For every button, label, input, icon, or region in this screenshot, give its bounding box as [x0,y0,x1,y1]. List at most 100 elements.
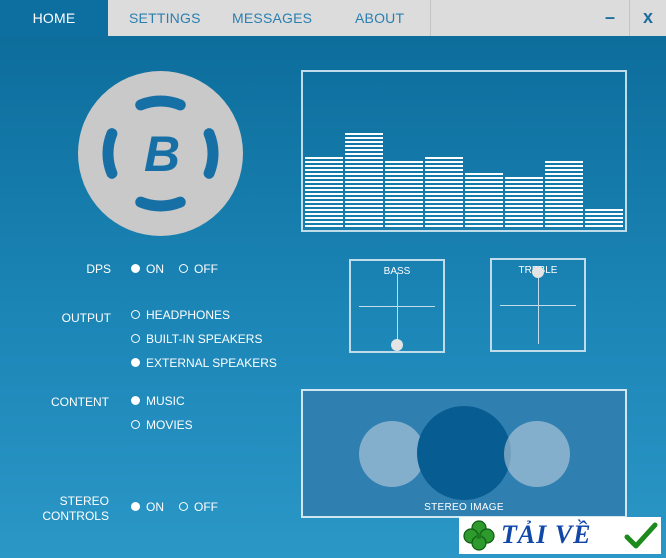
radio-dot-icon[interactable] [131,358,140,367]
bass-control[interactable]: BASS [349,259,445,353]
equalizer-bar-segment [545,169,583,171]
radio-dot-icon[interactable] [131,310,140,319]
equalizer-bar-segment [345,185,383,187]
equalizer-bar-segment [585,217,623,219]
equalizer-bar-segment [345,193,383,195]
close-button[interactable]: x [630,0,666,36]
nav-divider [430,0,431,36]
equalizer-bar-segment [345,145,383,147]
equalizer-bar-segment [345,197,383,199]
stereo-on-label: ON [146,500,164,514]
equalizer-bar-segment [345,181,383,183]
radio-dot-icon[interactable] [131,396,140,405]
output-external-speakers-option[interactable]: EXTERNAL SPEAKERS [131,356,277,370]
equalizer-bar-segment [585,213,623,215]
treble-handle[interactable] [532,266,544,278]
equalizer-bar-segment [545,193,583,195]
radio-dot-icon[interactable] [131,264,140,273]
stereo-on-option[interactable]: ON [131,500,164,514]
equalizer-bar [465,173,503,227]
equalizer-bar-segment [545,185,583,187]
stereo-image-panel[interactable]: STEREO IMAGE [301,389,627,518]
radio-dot-icon[interactable] [131,334,140,343]
equalizer-bar-segment [385,181,423,183]
stereo-left-circle[interactable] [359,421,425,487]
equalizer-bar-segment [305,221,343,223]
equalizer-bar-segment [585,225,623,227]
treble-control[interactable]: TREBLE [490,258,586,352]
equalizer-bar-segment [425,181,463,183]
equalizer-bar-segment [505,181,543,183]
equalizer-bar-segment [545,217,583,219]
dps-off-option[interactable]: OFF [179,262,218,276]
stereo-right-circle[interactable] [504,421,570,487]
output-builtin-speakers-label: BUILT-IN SPEAKERS [146,332,263,346]
equalizer-bar-segment [425,169,463,171]
tab-messages[interactable]: MESSAGES [232,0,312,36]
equalizer-bar-segment [545,201,583,203]
equalizer-bar-segment [425,165,463,167]
output-headphones-option[interactable]: HEADPHONES [131,308,230,322]
tab-home[interactable]: HOME [0,0,108,36]
stereo-controls-label-line2: CONTROLS [42,509,109,523]
equalizer-bar-segment [465,173,503,175]
top-nav-bar: HOME SETTINGS MESSAGES ABOUT – x [0,0,666,36]
equalizer-bar-segment [425,225,463,227]
stereo-controls-label-line1: STEREO [59,494,109,508]
equalizer-bar-segment [385,209,423,211]
dps-on-label: ON [146,262,164,276]
dps-off-label: OFF [194,262,218,276]
equalizer-bar-segment [545,209,583,211]
radio-dot-icon[interactable] [179,502,188,511]
equalizer-bar-segment [305,157,343,159]
equalizer-bar-segment [305,209,343,211]
radio-dot-icon[interactable] [131,420,140,429]
stereo-off-label: OFF [194,500,218,514]
equalizer-bar-segment [545,197,583,199]
radio-dot-icon[interactable] [131,502,140,511]
equalizer-bar-segment [425,213,463,215]
content-music-option[interactable]: MUSIC [131,394,185,408]
minimize-button[interactable]: – [592,0,628,36]
equalizer-bar-segment [345,217,383,219]
watermark: TẢI VỀ [459,517,661,554]
equalizer-bar [385,161,423,227]
logo-graphic: B [102,95,219,212]
output-external-speakers-label: EXTERNAL SPEAKERS [146,356,277,370]
tab-settings[interactable]: SETTINGS [129,0,201,36]
equalizer-bar [305,157,343,227]
equalizer-bar-segment [425,217,463,219]
equalizer-bar-segment [345,141,383,143]
equalizer-bar-segment [305,197,343,199]
bass-handle[interactable] [391,339,403,351]
equalizer-bar-segment [505,177,543,179]
equalizer-bar-segment [345,189,383,191]
equalizer-bar-segment [385,201,423,203]
watermark-text: TẢI VỀ [501,520,592,549]
output-builtin-speakers-option[interactable]: BUILT-IN SPEAKERS [131,332,262,346]
equalizer-bar-segment [425,189,463,191]
equalizer-bar-segment [345,157,383,159]
dps-on-option[interactable]: ON [131,262,164,276]
dps-label: DPS [86,262,111,276]
equalizer-bar-segment [385,185,423,187]
content-movies-option[interactable]: MOVIES [131,418,193,432]
treble-crosshair-v [538,272,539,344]
radio-dot-icon[interactable] [179,264,188,273]
equalizer-bars [305,133,623,227]
equalizer-bar-segment [505,197,543,199]
equalizer-bar-segment [465,217,503,219]
equalizer-bar-segment [305,169,343,171]
stereo-off-option[interactable]: OFF [179,500,218,514]
equalizer-bar-segment [545,165,583,167]
equalizer-bar-segment [345,221,383,223]
equalizer-bar [345,133,383,227]
equalizer-bar-segment [465,209,503,211]
stereo-image-label: STEREO IMAGE [424,502,504,513]
stereo-center-circle[interactable] [417,406,511,500]
equalizer-bar-segment [545,213,583,215]
equalizer-bar-segment [305,201,343,203]
tab-about[interactable]: ABOUT [355,0,404,36]
equalizer-bar-segment [465,181,503,183]
equalizer-bar [545,161,583,227]
